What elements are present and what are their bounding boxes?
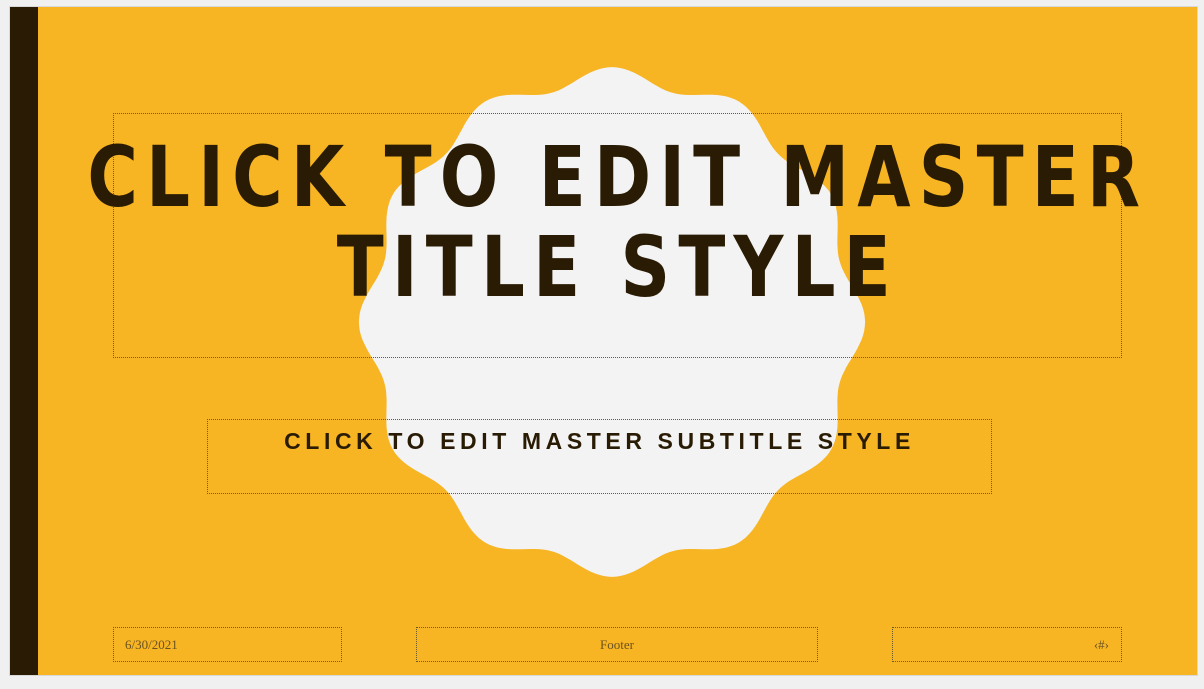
title-text: CLICK TO EDIT MASTER TITLE STYLE <box>87 132 1148 312</box>
footer-placeholder[interactable]: Footer <box>416 627 818 662</box>
title-placeholder[interactable]: CLICK TO EDIT MASTER TITLE STYLE <box>87 113 1140 358</box>
title-line-2: TITLE STYLE <box>336 217 899 316</box>
title-line-1: CLICK TO EDIT MASTER <box>87 127 1148 226</box>
slide-master-layout[interactable]: CLICK TO EDIT MASTER TITLE STYLE CLICK T… <box>10 7 1197 675</box>
footer-text: Footer <box>600 636 634 652</box>
subtitle-text: CLICK TO EDIT MASTER SUBTITLE STYLE <box>284 428 915 454</box>
accent-side-bar <box>10 7 38 675</box>
subtitle-placeholder[interactable]: CLICK TO EDIT MASTER SUBTITLE STYLE <box>207 419 992 494</box>
slide-number-text: ‹#› <box>1093 636 1109 652</box>
slide-canvas-area: CLICK TO EDIT MASTER TITLE STYLE CLICK T… <box>0 0 1204 689</box>
slide-number-placeholder[interactable]: ‹#› <box>892 627 1122 662</box>
date-text: 6/30/2021 <box>125 636 178 652</box>
date-placeholder[interactable]: 6/30/2021 <box>113 627 342 662</box>
